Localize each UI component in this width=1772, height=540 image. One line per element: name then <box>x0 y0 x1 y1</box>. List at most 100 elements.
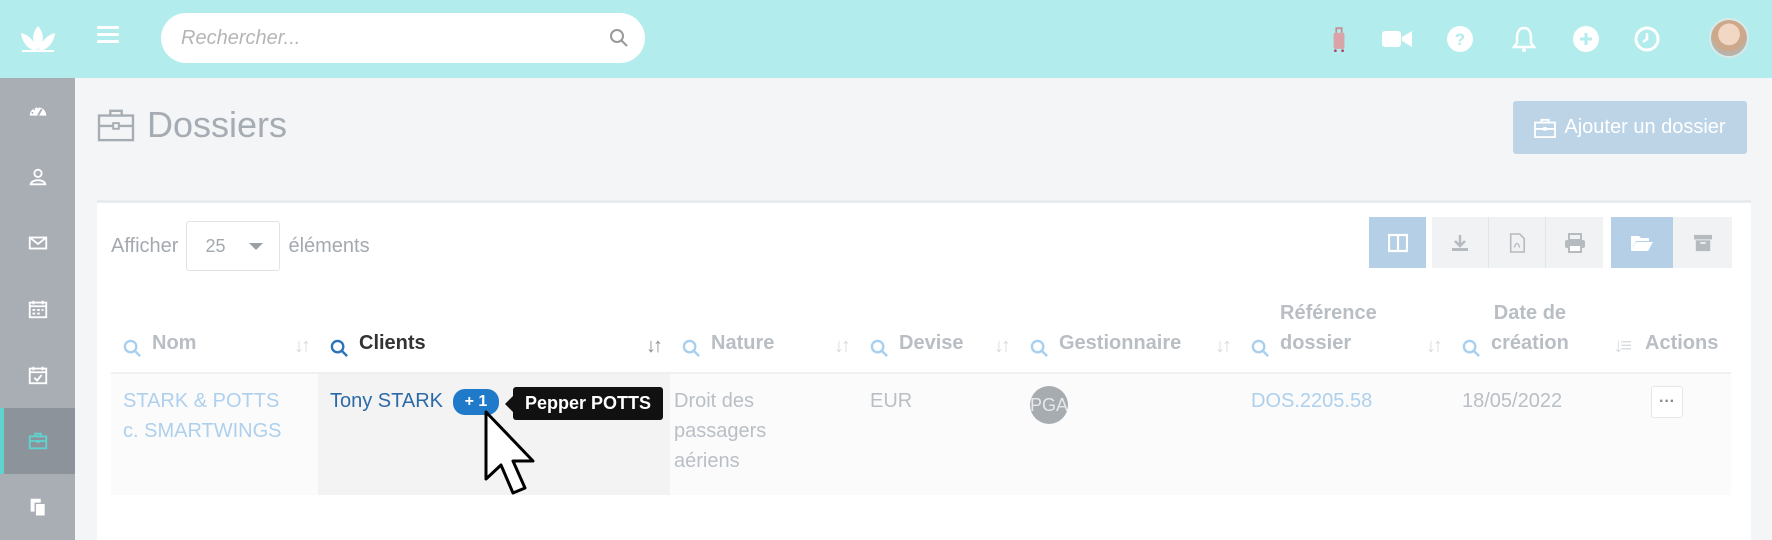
search-icon[interactable] <box>1462 339 1481 358</box>
documents-icon <box>30 498 46 517</box>
page-size-value: 25 <box>205 235 226 256</box>
sidebar <box>0 0 75 540</box>
column-header-clients[interactable]: Clients ↓↑ <box>318 289 670 374</box>
user-avatar[interactable] <box>1709 18 1749 58</box>
toolbar-view <box>1611 217 1732 268</box>
sidebar-item-calendar-check[interactable] <box>0 342 75 408</box>
column-label: Devise <box>899 332 964 354</box>
chevron-down-icon <box>249 242 264 250</box>
menu-toggle-icon[interactable] <box>97 26 119 50</box>
sort-icon[interactable]: ↓↑ <box>646 335 663 358</box>
gestionnaire-avatar[interactable]: PGA <box>1030 386 1068 424</box>
search-icon[interactable] <box>870 339 889 358</box>
pdf-icon <box>1509 232 1526 253</box>
cell-nom[interactable]: STARK & POTTS c. SMARTWINGS <box>111 373 318 495</box>
calendar-check-icon <box>28 366 47 385</box>
column-header-actions: Actions <box>1639 289 1731 374</box>
bell-icon[interactable] <box>1509 24 1539 54</box>
dossier-name-line1: STARK & POTTS <box>123 390 280 412</box>
video-camera-icon[interactable] <box>1382 24 1412 54</box>
add-dossier-label: Ajouter un dossier <box>1564 116 1726 138</box>
archive-button[interactable] <box>1673 217 1732 268</box>
search-icon[interactable] <box>330 339 349 358</box>
sort-icon[interactable]: ↓≡ <box>1613 335 1632 358</box>
page-title: Dossiers <box>97 104 287 146</box>
column-label: Nom <box>152 332 197 354</box>
table-header-row: Nom ↓↑ Clients ↓↑ Nature ↓↑ Devise ↓↑ Ge… <box>111 289 1731 374</box>
column-label: Gestionnaire <box>1059 332 1182 354</box>
contacts-icon <box>29 168 46 186</box>
search-icon[interactable] <box>1251 339 1270 358</box>
sort-icon[interactable]: ↓↑ <box>994 335 1011 358</box>
open-dossiers-button[interactable] <box>1611 217 1673 268</box>
dossiers-table: Nom ↓↑ Clients ↓↑ Nature ↓↑ Devise ↓↑ Ge… <box>111 289 1731 495</box>
column-header-gestionnaire[interactable]: Gestionnaire ↓↑ <box>1018 289 1239 374</box>
sort-icon[interactable]: ↓↑ <box>1215 335 1232 358</box>
search-icon[interactable] <box>123 339 142 358</box>
print-button[interactable] <box>1546 217 1603 268</box>
briefcase-icon <box>97 109 135 142</box>
toolbar-export <box>1432 217 1603 268</box>
column-header-devise[interactable]: Devise ↓↑ <box>858 289 1018 374</box>
nature-line3: aériens <box>674 450 740 472</box>
clock-icon[interactable] <box>1632 24 1662 54</box>
search-icon[interactable] <box>682 339 701 358</box>
dossiers-card: Afficher 25 éléments Nom ↓↑ Clients ↓↑ N… <box>97 200 1751 540</box>
sort-icon[interactable]: ↓↑ <box>834 335 851 358</box>
column-label: Actions <box>1645 332 1719 354</box>
cell-date-creation: 18/05/2022 <box>1450 373 1639 495</box>
column-label-line1: Date de <box>1493 302 1567 324</box>
svg-text:?: ? <box>1455 30 1465 49</box>
brand-logo[interactable] <box>0 0 75 78</box>
sort-icon[interactable]: ↓↑ <box>294 335 311 358</box>
cell-nature: Droit des passagers aériens <box>670 373 858 495</box>
pdf-button[interactable] <box>1489 217 1546 268</box>
cell-devise: EUR <box>858 373 1018 495</box>
page-size-select[interactable]: 25 <box>186 221 281 271</box>
add-dossier-button[interactable]: Ajouter un dossier <box>1513 101 1747 154</box>
table-row[interactable]: STARK & POTTS c. SMARTWINGS Tony STARK +… <box>111 373 1731 495</box>
columns-icon <box>1387 233 1408 252</box>
cell-actions: ··· <box>1639 373 1731 495</box>
briefcase-icon <box>1534 118 1557 138</box>
folder-open-icon <box>1631 235 1653 251</box>
dossier-name-link[interactable]: STARK & POTTS c. SMARTWINGS <box>123 386 306 446</box>
column-header-nom[interactable]: Nom ↓↑ <box>111 289 318 374</box>
column-header-date-creation[interactable]: Date de création ↓≡ <box>1450 289 1639 374</box>
search-icon[interactable] <box>609 28 629 48</box>
sidebar-item-calendar[interactable] <box>0 276 75 342</box>
download-button[interactable] <box>1432 217 1489 268</box>
row-actions-button[interactable]: ··· <box>1651 386 1683 418</box>
page-size-control: Afficher 25 éléments <box>111 221 370 271</box>
client-link[interactable]: Tony STARK <box>330 390 443 412</box>
app-root: ? Dossiers Ajouter un dossier Afficher 2… <box>0 0 1772 540</box>
luggage-icon[interactable] <box>1324 24 1354 54</box>
sidebar-item-dashboard[interactable] <box>0 78 75 144</box>
elements-label: éléments <box>288 234 370 257</box>
briefcase-icon <box>28 432 47 450</box>
sidebar-item-mail[interactable] <box>0 210 75 276</box>
column-header-nature[interactable]: Nature ↓↑ <box>670 289 858 374</box>
show-label: Afficher <box>111 234 179 257</box>
help-icon[interactable]: ? <box>1445 24 1475 54</box>
dashboard-icon <box>29 106 46 117</box>
cell-gestionnaire: PGA <box>1018 373 1239 495</box>
mouse-pointer-icon <box>484 410 535 495</box>
download-icon <box>1452 234 1468 251</box>
column-label-line2: dossier <box>1280 332 1352 354</box>
sidebar-item-documents[interactable] <box>0 474 75 540</box>
plus-circle-icon[interactable] <box>1571 24 1601 54</box>
search-icon[interactable] <box>1030 339 1049 358</box>
sort-icon[interactable]: ↓↑ <box>1426 335 1443 358</box>
page-header: Dossiers Ajouter un dossier <box>75 78 1772 178</box>
columns-button[interactable] <box>1369 217 1426 268</box>
lotus-logo-icon <box>20 26 55 52</box>
column-label: Nature <box>711 332 775 354</box>
column-header-reference[interactable]: Référence dossier ↓↑ <box>1239 289 1450 374</box>
column-label: Clients <box>359 332 426 354</box>
search-input[interactable] <box>161 13 591 63</box>
print-icon <box>1564 232 1585 253</box>
cell-reference[interactable]: DOS.2205.58 <box>1239 373 1450 495</box>
sidebar-item-dossiers[interactable] <box>0 408 75 474</box>
sidebar-item-contacts[interactable] <box>0 144 75 210</box>
